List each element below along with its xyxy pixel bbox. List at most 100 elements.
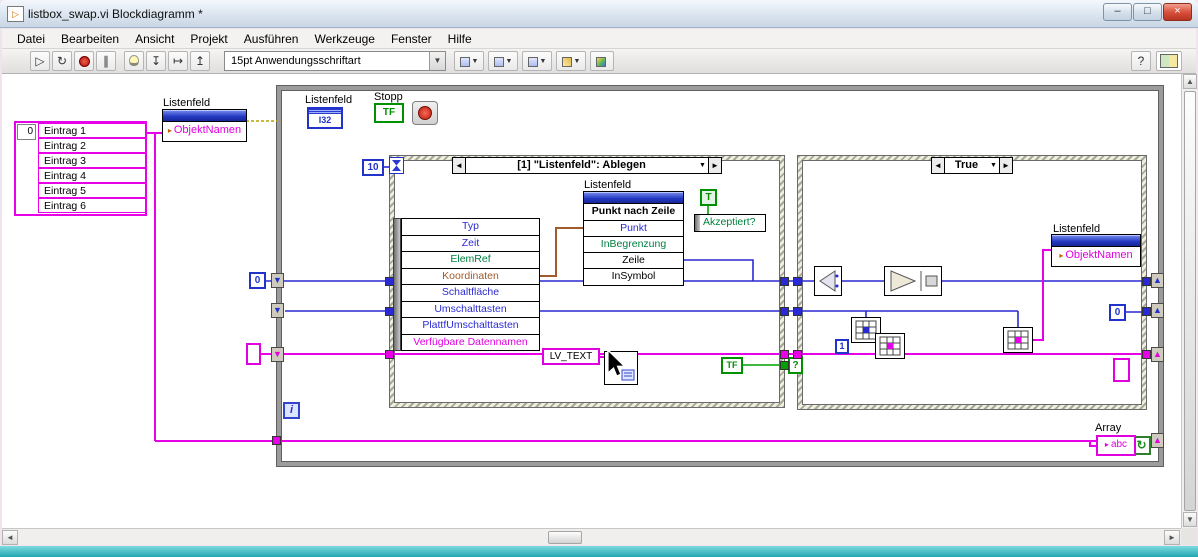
close-button[interactable]: × bbox=[1163, 3, 1192, 21]
invoke-node[interactable]: Punkt nach Zeile Punkt InBegrenzung Zeil… bbox=[583, 191, 684, 286]
event-field[interactable]: PlattfUmschalttasten bbox=[401, 317, 540, 335]
tunnel[interactable] bbox=[793, 307, 802, 316]
next-case-icon[interactable]: ► bbox=[708, 158, 721, 173]
tunnel[interactable] bbox=[385, 277, 394, 286]
event-field[interactable]: Verfügbare Datennamen bbox=[401, 333, 540, 351]
reorder-dropdown[interactable]: ▼ bbox=[556, 51, 586, 71]
iteration-terminal[interactable]: i bbox=[283, 402, 300, 419]
array-element[interactable]: Eintrag 1 bbox=[38, 123, 146, 138]
zero-constant-left[interactable]: 0 bbox=[249, 272, 266, 289]
minimize-button[interactable]: – bbox=[1103, 3, 1132, 21]
clean-up-diagram-button[interactable] bbox=[590, 51, 614, 71]
tunnel[interactable] bbox=[1142, 307, 1151, 316]
case-dropdown-icon[interactable]: ▼ bbox=[697, 158, 708, 173]
comparison-function-node[interactable] bbox=[814, 266, 842, 296]
vertical-scrollbar[interactable]: ▲ ▼ bbox=[1181, 74, 1197, 528]
abort-button[interactable] bbox=[74, 51, 94, 71]
case-dropdown-icon[interactable]: ▼ bbox=[988, 158, 999, 173]
scroll-left-button[interactable]: ◄ bbox=[2, 530, 18, 545]
array-element[interactable]: Eintrag 6 bbox=[38, 198, 146, 213]
shift-register-left[interactable]: ▼ bbox=[271, 347, 284, 362]
case-structure-header[interactable]: ◄ True ▼ ► bbox=[931, 157, 1013, 174]
invoke-row[interactable]: Punkt bbox=[584, 220, 683, 236]
event-field[interactable]: Typ bbox=[401, 218, 540, 236]
zero-constant-right[interactable]: 0 bbox=[1109, 304, 1126, 321]
vertical-scroll-thumb[interactable] bbox=[1184, 91, 1196, 511]
event-field[interactable]: Koordinaten bbox=[401, 267, 540, 285]
pause-button[interactable]: ∥ bbox=[96, 51, 116, 71]
menu-projekt[interactable]: Projekt bbox=[183, 30, 234, 48]
next-case-icon[interactable]: ► bbox=[999, 158, 1012, 173]
shift-register-right[interactable]: ▲ bbox=[1151, 347, 1164, 362]
shift-register-right[interactable]: ▲ bbox=[1151, 433, 1164, 448]
menu-fenster[interactable]: Fenster bbox=[384, 30, 439, 48]
invoke-row[interactable]: InBegrenzung bbox=[584, 236, 683, 252]
property-node-left[interactable]: ▸ ObjektNamen bbox=[162, 109, 247, 142]
scroll-up-button[interactable]: ▲ bbox=[1183, 74, 1197, 89]
event-case-header[interactable]: ◄ [1] "Listenfeld": Ablegen ▼ ► bbox=[452, 157, 722, 174]
listbox-terminal[interactable]: I32 bbox=[307, 107, 343, 129]
array-element[interactable]: Eintrag 5 bbox=[38, 183, 146, 198]
array-constant[interactable]: Eintrag 1 Eintrag 2 Eintrag 3 Eintrag 4 … bbox=[38, 123, 146, 213]
shift-register-right[interactable]: ▲ bbox=[1151, 303, 1164, 318]
menu-datei[interactable]: Datei bbox=[10, 30, 52, 48]
tunnel[interactable] bbox=[793, 277, 802, 286]
array-element[interactable]: Eintrag 2 bbox=[38, 138, 146, 153]
event-field[interactable]: Schaltfläche bbox=[401, 284, 540, 302]
vi-icon[interactable] bbox=[1156, 51, 1182, 71]
shift-register-left[interactable]: ▼ bbox=[271, 273, 284, 288]
event-case-title[interactable]: [1] "Listenfeld": Ablegen bbox=[466, 158, 697, 173]
array-element[interactable]: Eintrag 4 bbox=[38, 168, 146, 183]
scroll-right-button[interactable]: ► bbox=[1164, 530, 1180, 545]
scroll-down-button[interactable]: ▼ bbox=[1183, 512, 1197, 527]
event-field[interactable]: ElemRef bbox=[401, 251, 540, 269]
stop-button-icon[interactable] bbox=[412, 101, 438, 125]
step-out-button[interactable]: ↥ bbox=[190, 51, 210, 71]
accepted-node[interactable]: Akzeptiert? bbox=[694, 214, 766, 232]
tunnel[interactable] bbox=[1142, 277, 1151, 286]
highlight-execution-button[interactable] bbox=[124, 51, 144, 71]
tunnel[interactable] bbox=[780, 277, 789, 286]
one-constant[interactable]: 1 bbox=[835, 339, 849, 354]
invoke-row[interactable]: InSymbol bbox=[584, 268, 683, 284]
menu-ausfuehren[interactable]: Ausführen bbox=[237, 30, 306, 48]
run-continuous-button[interactable]: ↻ bbox=[52, 51, 72, 71]
run-button[interactable]: ▷ bbox=[30, 51, 50, 71]
menu-bearbeiten[interactable]: Bearbeiten bbox=[54, 30, 126, 48]
tf-constant[interactable]: TF bbox=[721, 357, 743, 374]
font-selector[interactable]: 15pt Anwendungsschriftart ▼ bbox=[224, 51, 446, 71]
tunnel[interactable] bbox=[1142, 350, 1151, 359]
tunnel[interactable] bbox=[793, 350, 802, 359]
tunnel[interactable] bbox=[780, 350, 789, 359]
invoke-method[interactable]: Punkt nach Zeile bbox=[584, 204, 683, 220]
replace-array-subset-node[interactable] bbox=[875, 333, 905, 359]
replace-array-subset-node[interactable] bbox=[1003, 327, 1033, 353]
select-function-node[interactable] bbox=[884, 266, 942, 296]
previous-case-icon[interactable]: ◄ bbox=[453, 158, 466, 173]
tunnel[interactable] bbox=[385, 350, 394, 359]
shift-register-right[interactable]: ▲ bbox=[1151, 273, 1164, 288]
menu-hilfe[interactable]: Hilfe bbox=[441, 30, 479, 48]
distribute-objects-dropdown[interactable]: ▼ bbox=[488, 51, 518, 71]
align-objects-dropdown[interactable]: ▼ bbox=[454, 51, 484, 71]
array-index-box[interactable]: 0 bbox=[17, 124, 36, 140]
event-field[interactable]: Zeit bbox=[401, 234, 540, 252]
array-element[interactable]: Eintrag 3 bbox=[38, 153, 146, 168]
case-structure[interactable] bbox=[797, 155, 1147, 410]
stop-terminal[interactable]: TF bbox=[374, 103, 404, 123]
menu-werkzeuge[interactable]: Werkzeuge bbox=[307, 30, 381, 48]
empty-string-constant-left[interactable] bbox=[246, 343, 261, 365]
shift-register-left[interactable]: ▼ bbox=[271, 303, 284, 318]
true-constant[interactable]: T bbox=[700, 189, 717, 206]
resize-objects-dropdown[interactable]: ▼ bbox=[522, 51, 552, 71]
case-selector-terminal[interactable]: ? bbox=[788, 357, 803, 374]
maximize-button[interactable]: □ bbox=[1133, 3, 1162, 21]
tunnel[interactable] bbox=[780, 307, 789, 316]
event-field[interactable]: Umschalttasten bbox=[401, 300, 540, 318]
horizontal-scroll-thumb[interactable] bbox=[548, 531, 582, 544]
menu-ansicht[interactable]: Ansicht bbox=[128, 30, 181, 48]
step-into-button[interactable]: ↧ bbox=[146, 51, 166, 71]
previous-case-icon[interactable]: ◄ bbox=[932, 158, 945, 173]
timeout-constant[interactable]: 10 bbox=[362, 159, 384, 176]
lv-text-constant[interactable]: LV_TEXT bbox=[542, 348, 600, 365]
